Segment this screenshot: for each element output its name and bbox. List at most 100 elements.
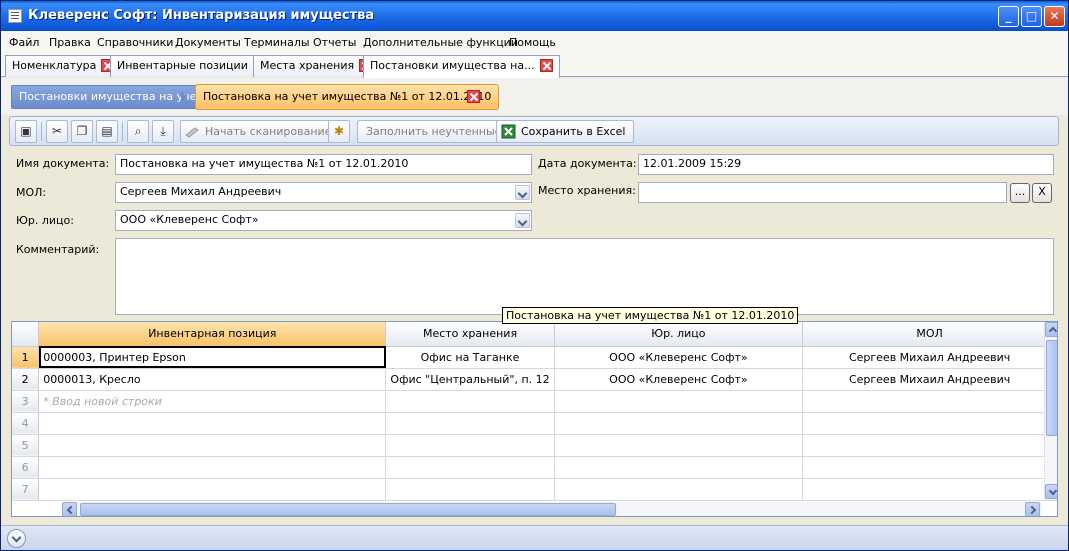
table-row[interactable]: 6 [12, 456, 1057, 479]
cell-inventory[interactable] [38, 434, 387, 457]
cell-storage[interactable]: Офис "Центральный", п. 12 [385, 368, 555, 391]
scroll-left-icon[interactable] [62, 502, 77, 516]
title-bar[interactable]: Клеверенс Софт: Инвентаризация имущества… [1, 1, 1068, 31]
import-button[interactable]: ⤓ [152, 120, 174, 143]
legal-entity-value: ООО «Клеверенс Софт» [120, 213, 259, 226]
start-scan-button[interactable]: Начать сканирование [180, 120, 340, 143]
table-row[interactable]: 5 [12, 434, 1057, 457]
save-button[interactable]: ▣ [15, 120, 37, 143]
save-excel-button[interactable]: Сохранить в Excel [496, 120, 634, 143]
menu-bar: Файл Правка Справочники Документы Термин… [1, 31, 1068, 53]
start-scan-label: Начать сканирование [205, 125, 332, 138]
table-row[interactable]: 7 [12, 478, 1057, 501]
menu-terminals[interactable]: Терминалы [244, 36, 310, 49]
vertical-scrollbar[interactable] [1044, 322, 1057, 500]
clear-button[interactable]: X [1032, 183, 1052, 203]
doc-date-field[interactable]: 12.01.2009 15:29 [638, 154, 1054, 175]
menu-additional[interactable]: Дополнительные функции [363, 36, 518, 49]
close-button[interactable]: ✕ [1044, 6, 1065, 27]
menu-references[interactable]: Справочники [97, 36, 173, 49]
maximize-button[interactable]: □ [1021, 6, 1042, 27]
menu-reports[interactable]: Отчеты [313, 36, 356, 49]
menu-edit[interactable]: Правка [49, 36, 91, 49]
menu-help[interactable]: Помощь [509, 36, 556, 49]
cell-mol[interactable]: Сергеев Михаил Андреевич [802, 368, 1057, 391]
cell-legal-entity[interactable] [554, 478, 804, 501]
cell-storage[interactable]: Офис на Таганке [385, 346, 555, 369]
cell-storage[interactable] [385, 412, 555, 435]
cell-legal-entity[interactable]: ООО «Клеверенс Софт» [554, 346, 804, 369]
cell-storage[interactable] [385, 390, 555, 413]
expand-panel-icon[interactable] [7, 529, 26, 548]
menu-documents[interactable]: Документы [175, 36, 241, 49]
menu-file[interactable]: Файл [9, 36, 39, 49]
paste-button[interactable]: ▤ [96, 120, 118, 143]
cell-legal-entity[interactable] [554, 434, 804, 457]
cut-button[interactable]: ✂ [46, 120, 68, 143]
scroll-up-icon[interactable] [1045, 322, 1057, 337]
cell-mol[interactable]: Сергеев Михаил Андреевич [802, 346, 1057, 369]
cell-storage[interactable] [385, 434, 555, 457]
column-header-inventory[interactable]: Инвентарная позиция [38, 322, 387, 347]
minimize-button[interactable]: _ [998, 6, 1019, 27]
cell-legal-entity[interactable] [554, 456, 804, 479]
row-number[interactable]: 4 [12, 412, 40, 435]
cell-mol[interactable] [802, 456, 1057, 479]
row-number[interactable]: 1 [12, 346, 40, 369]
horizontal-scroll-thumb[interactable] [80, 503, 616, 516]
storage-field[interactable] [638, 182, 1007, 203]
cell-mol[interactable] [802, 434, 1057, 457]
comment-field[interactable] [115, 238, 1054, 315]
cell-storage[interactable] [385, 478, 555, 501]
fill-unaccounted-button[interactable]: Заполнить неучтенные [357, 120, 510, 143]
horizontal-scrollbar[interactable] [62, 502, 1042, 516]
column-header-legal-entity[interactable]: Юр. лицо [554, 322, 804, 347]
grid-corner[interactable] [12, 322, 40, 347]
tab-close-icon[interactable] [539, 58, 553, 72]
breadcrumb-current[interactable]: Постановка на учет имущества №1 от 12.01… [195, 84, 500, 110]
window-title: Клеверенс Софт: Инвентаризация имущества [28, 8, 375, 23]
column-header-mol[interactable]: МОЛ [802, 322, 1057, 347]
cell-inventory[interactable] [38, 456, 387, 479]
breadcrumb-close-icon[interactable] [467, 90, 480, 103]
doc-name-field[interactable]: Постановка на учет имущества №1 от 12.01… [115, 154, 532, 175]
cell-mol[interactable] [802, 478, 1057, 501]
tab-inventory-positions[interactable]: Инвентарные позиции [110, 55, 273, 77]
row-number[interactable]: 2 [12, 368, 40, 391]
copy-button[interactable]: ❐ [71, 120, 93, 143]
cell-mol[interactable] [802, 390, 1057, 413]
chevron-down-icon[interactable] [515, 213, 530, 228]
row-number[interactable]: 6 [12, 456, 40, 479]
row-number[interactable]: 3 [12, 390, 40, 413]
scroll-right-icon[interactable] [1025, 502, 1040, 516]
cell-inventory[interactable]: * Ввод новой строки [38, 390, 387, 413]
cell-inventory[interactable]: 0000013, Кресло [38, 368, 387, 391]
cell-legal-entity[interactable]: ООО «Клеверенс Софт» [554, 368, 804, 391]
table-row[interactable]: 2 0000013, Кресло Офис "Центральный", п.… [12, 368, 1057, 391]
vertical-scroll-thumb[interactable] [1046, 340, 1057, 436]
cell-legal-entity[interactable] [554, 390, 804, 413]
mol-select[interactable]: Сергеев Михаил Андреевич [115, 182, 532, 203]
cell-inventory[interactable] [38, 478, 387, 501]
find-button[interactable]: ⌕ [127, 120, 149, 143]
browse-button[interactable]: ... [1010, 183, 1030, 203]
cell-mol[interactable] [802, 412, 1057, 435]
row-number[interactable]: 7 [12, 478, 40, 501]
legal-entity-select[interactable]: ООО «Клеверенс Софт» [115, 210, 532, 231]
settings-button[interactable]: ✱ [328, 120, 350, 143]
column-header-storage[interactable]: Место хранения [385, 322, 555, 347]
tab-registrations[interactable]: Постановки имущества на... [363, 55, 560, 78]
table-row[interactable]: 1 0000003, Принтер Epson Офис на Таганке… [12, 346, 1057, 369]
new-row[interactable]: 3 * Ввод новой строки [12, 390, 1057, 413]
row-number[interactable]: 5 [12, 434, 40, 457]
toolbar-separator [41, 122, 42, 141]
table-row[interactable]: 4 [12, 412, 1057, 435]
scroll-down-icon[interactable] [1045, 484, 1057, 499]
cell-storage[interactable] [385, 456, 555, 479]
tab-nomenclature[interactable]: Номенклатура [5, 55, 122, 77]
cell-legal-entity[interactable] [554, 412, 804, 435]
cell-inventory[interactable] [38, 412, 387, 435]
chevron-down-icon[interactable] [515, 185, 530, 200]
cell-inventory[interactable]: 0000003, Принтер Epson [38, 346, 387, 369]
tab-storage-places[interactable]: Места хранения [253, 55, 380, 77]
